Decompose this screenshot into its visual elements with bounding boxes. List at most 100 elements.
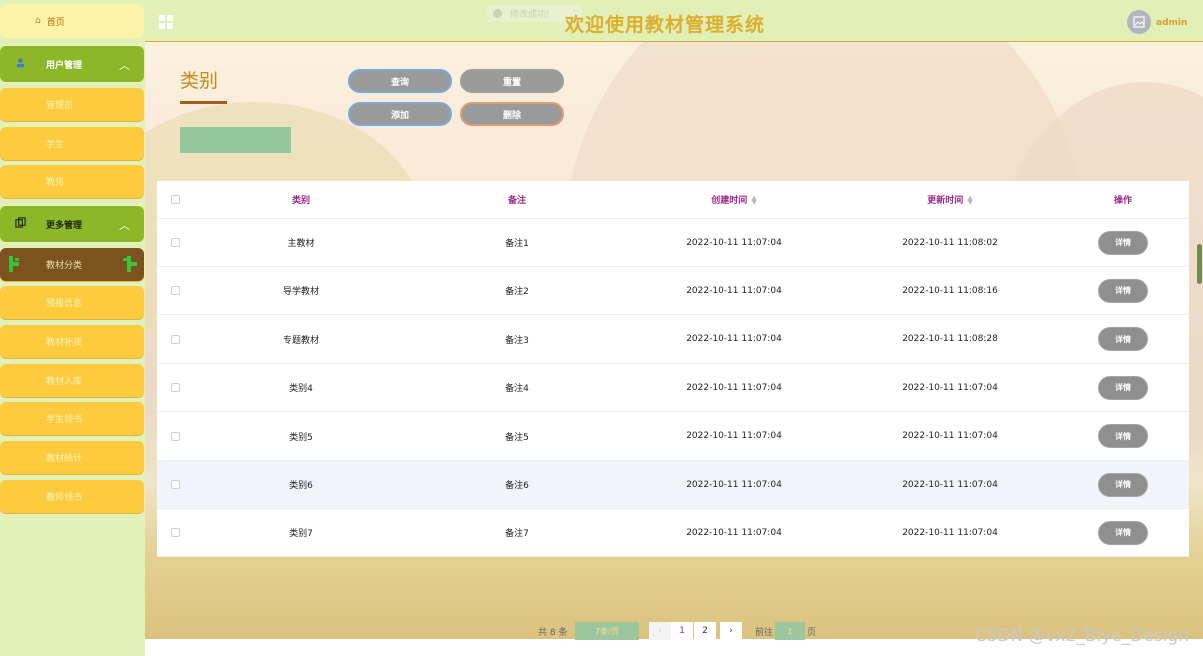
reset-button[interactable]: 重置 xyxy=(460,69,564,93)
scrollbar[interactable] xyxy=(1197,244,1202,284)
search-button[interactable]: 查询 xyxy=(348,69,452,93)
sidebar-item-label: 教材分类 xyxy=(46,261,83,271)
detail-button[interactable]: 详情 xyxy=(1098,230,1148,255)
page-2-button[interactable]: 2 xyxy=(694,622,716,640)
detail-button[interactable]: 详情 xyxy=(1098,375,1148,400)
table-row[interactable]: 类别6 备注6 2022-10-11 11:07:04 2022-10-11 11:0… xyxy=(157,461,1189,509)
topbar: 修改成功! 欢迎使用教材管理系统 admin xyxy=(145,0,1203,42)
title-underline xyxy=(180,101,227,104)
table-row[interactable]: 类别4 备注4 2022-10-11 11:07:04 2022-10-11 11:0… xyxy=(157,364,1189,413)
prev-page-button[interactable]: ‹ xyxy=(649,622,671,640)
header-action: 操作 xyxy=(1113,196,1132,206)
row-checkbox[interactable] xyxy=(170,334,180,344)
sidebar-group-more-management[interactable]: 更多管理 ︿ xyxy=(0,206,144,242)
cell-updated: 2022-10-11 11:08:28 xyxy=(902,334,998,345)
menu-grid-icon[interactable] xyxy=(159,15,173,29)
page-title: 类别 xyxy=(180,70,219,92)
cell-note: 备注3 xyxy=(505,335,529,346)
app-title: 欢迎使用教材管理系统 xyxy=(565,14,766,36)
detail-button[interactable]: 详情 xyxy=(1098,424,1148,449)
sidebar-item-label: 教师领书 xyxy=(46,493,83,503)
sidebar-item-restock[interactable]: 教材补货 xyxy=(0,325,144,358)
select-all-checkbox[interactable] xyxy=(170,195,180,204)
page-1-button[interactable]: 1 xyxy=(671,622,693,640)
header-updated[interactable]: 更新时间 ▲ ▼ xyxy=(850,181,1050,218)
cell-category: 类别7 xyxy=(289,529,313,540)
detail-button[interactable]: 详情 xyxy=(1098,520,1148,545)
pagination-total: 共 8 条 xyxy=(538,628,568,638)
row-checkbox[interactable] xyxy=(170,431,180,441)
row-select-cell xyxy=(170,267,180,314)
sidebar-item-label: 预报信息 xyxy=(46,299,83,309)
sidebar-group-user-management[interactable]: 用户管理 ︿ xyxy=(0,46,144,82)
table-row[interactable]: 类别7 备注7 2022-10-11 11:07:04 2022-10-11 11:0… xyxy=(157,509,1189,558)
row-checkbox[interactable] xyxy=(170,528,180,538)
header-note: 备注 xyxy=(507,196,526,206)
cell-updated: 2022-10-11 11:08:02 xyxy=(902,237,998,248)
row-select-cell xyxy=(170,364,180,411)
cell-action: 详情 xyxy=(1073,413,1173,460)
table-row[interactable]: 专题教材 备注3 2022-10-11 11:07:04 2022-10-11 11:… xyxy=(157,316,1189,364)
category-input[interactable] xyxy=(180,127,291,153)
chevron-up-icon: ︿ xyxy=(119,219,130,232)
sort-icon[interactable]: ▲ ▼ xyxy=(967,194,972,205)
select-all-cell xyxy=(170,181,180,218)
decoration-icon xyxy=(123,256,137,272)
next-page-button[interactable]: › xyxy=(720,622,742,640)
add-button[interactable]: 添加 xyxy=(348,102,452,126)
cell-category: 主教材 xyxy=(287,239,315,249)
sidebar-item-home[interactable]: ⌂ 首页 xyxy=(0,4,144,38)
sidebar-item-label: 学生领书 xyxy=(46,415,83,425)
username[interactable]: admin xyxy=(1156,18,1187,28)
row-select-cell xyxy=(170,509,180,556)
detail-button[interactable]: 详情 xyxy=(1098,278,1148,303)
header-updated-label: 更新时间 xyxy=(927,196,964,206)
header-category: 类别 xyxy=(291,196,310,206)
table-row[interactable]: 类别5 备注5 2022-10-11 11:07:04 2022-10-11 11:0… xyxy=(157,413,1189,461)
cell-action: 详情 xyxy=(1073,364,1173,411)
sidebar-item-student-collect[interactable]: 学生领书 xyxy=(0,402,144,435)
sidebar-item-statistics[interactable]: 教材统计 xyxy=(0,441,144,474)
row-select-cell xyxy=(170,461,180,508)
watermark: CSDN @vx2_Biye_Design xyxy=(974,626,1189,646)
cell-category: 类别4 xyxy=(289,384,313,395)
sort-icon[interactable]: ▲ ▼ xyxy=(751,194,756,205)
table-row[interactable]: 导学教材 备注2 2022-10-11 11:07:04 2022-10-11 11:… xyxy=(157,267,1189,316)
row-checkbox[interactable] xyxy=(170,238,180,247)
sidebar-group-label: 更多管理 xyxy=(46,220,83,231)
goto-page-input[interactable]: 1 xyxy=(775,622,805,640)
sidebar-item-teacher[interactable]: 教师 xyxy=(0,165,144,198)
cell-note: 备注4 xyxy=(505,384,529,395)
sidebar-item-stock-in[interactable]: 教材入库 xyxy=(0,364,144,397)
sidebar-item-teacher-collect[interactable]: 教师领书 xyxy=(0,480,144,513)
toast-text: 修改成功! xyxy=(510,10,550,20)
cell-category: 导学教材 xyxy=(282,287,319,298)
page-size-select[interactable]: 7条/页 xyxy=(575,622,639,640)
table-header: 类别 备注 创建时间 ▲ ▼ 更新时间 ▲ ▼ 操作 xyxy=(157,181,1189,219)
detail-button[interactable]: 详情 xyxy=(1098,327,1148,352)
cell-note: 备注5 xyxy=(505,432,529,443)
sidebar-item-label: 管理员 xyxy=(46,101,74,111)
row-checkbox[interactable] xyxy=(170,480,180,489)
row-checkbox[interactable] xyxy=(170,286,180,296)
delete-button[interactable]: 删除 xyxy=(460,102,564,126)
table-row[interactable]: 主教材 备注1 2022-10-11 11:07:04 2022-10-11 11:0… xyxy=(157,219,1189,267)
sidebar-item-admin[interactable]: 管理员 xyxy=(0,88,144,121)
sidebar-item-student[interactable]: 学生 xyxy=(0,127,144,160)
chevron-up-icon: ︿ xyxy=(119,59,130,72)
sidebar-item-textbook-category[interactable]: 教材分类 xyxy=(0,248,144,281)
cell-created: 2022-10-11 11:07:04 xyxy=(686,527,782,538)
cell-note: 备注6 xyxy=(505,481,529,491)
header-created[interactable]: 创建时间 ▲ ▼ xyxy=(634,181,834,218)
user-icon xyxy=(16,58,25,68)
sidebar-item-label: 教材统计 xyxy=(46,454,83,464)
avatar[interactable] xyxy=(1127,10,1151,34)
cell-action: 详情 xyxy=(1073,509,1173,556)
row-checkbox[interactable] xyxy=(170,383,180,393)
sidebar-item-forecast[interactable]: 预报信息 xyxy=(0,286,144,319)
cell-action: 详情 xyxy=(1073,461,1173,508)
cell-updated: 2022-10-11 11:07:04 xyxy=(902,382,998,393)
detail-button[interactable]: 详情 xyxy=(1098,472,1148,497)
cell-updated: 2022-10-11 11:07:04 xyxy=(902,527,998,538)
cell-updated: 2022-10-11 11:07:04 xyxy=(902,479,998,490)
